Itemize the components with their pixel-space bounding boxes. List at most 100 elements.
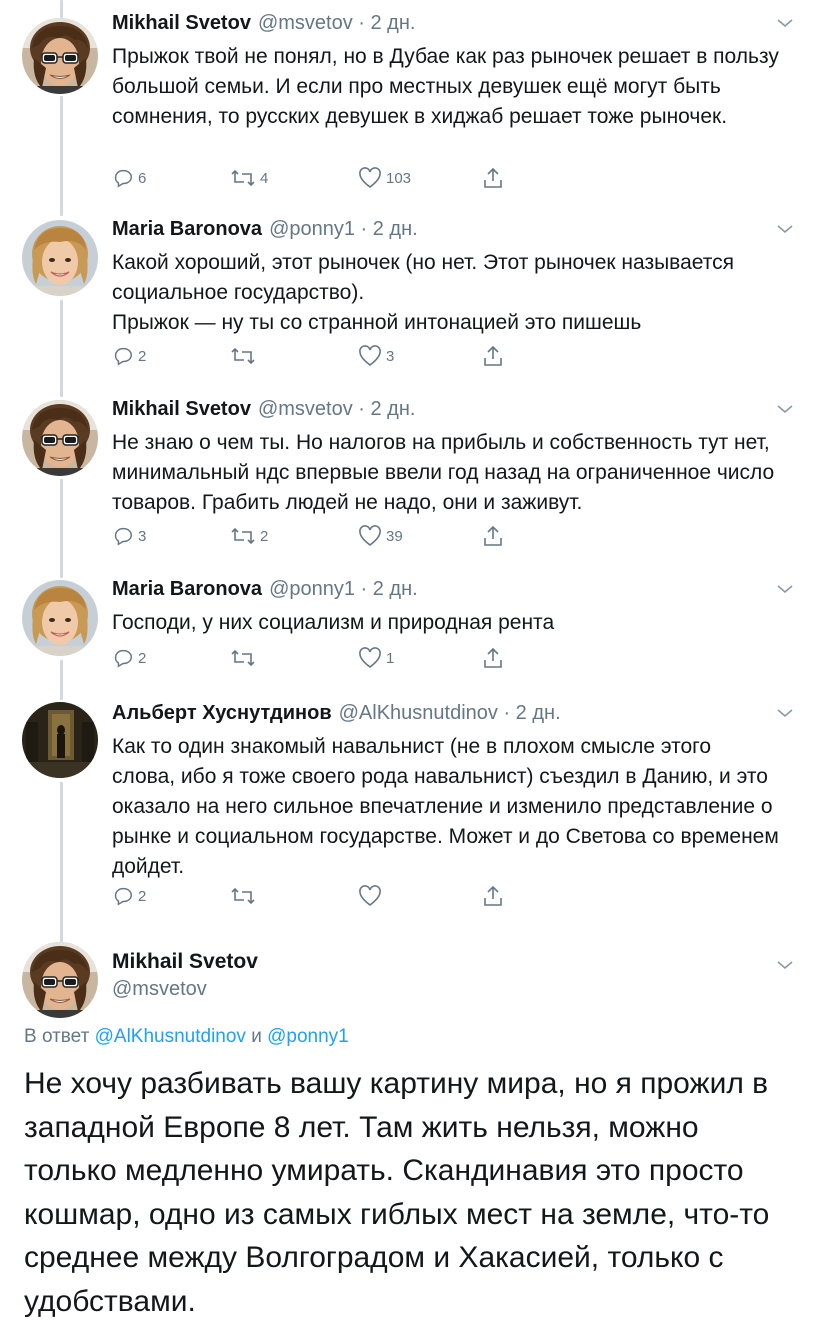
like-button[interactable]: 39 xyxy=(358,522,403,550)
like-count: 3 xyxy=(386,347,395,365)
tweet-text: Прыжок твой не понял, но в Дубае как раз… xyxy=(112,45,779,128)
reply-button[interactable]: 2 xyxy=(112,882,146,910)
tweet-text: Как то один знакомый навальнист (не в пл… xyxy=(112,735,779,878)
tweet-actions: 6 4 103 xyxy=(112,164,512,192)
like-button[interactable] xyxy=(358,882,386,910)
main-tweet[interactable]: Mikhail Svetov @msvetov xyxy=(0,942,819,1022)
reply-button[interactable]: 6 xyxy=(112,164,146,192)
avatar[interactable] xyxy=(22,702,98,778)
like-icon xyxy=(359,345,381,367)
tweet[interactable]: Mikhail Svetov @msvetov · 2 дн. Не знаю … xyxy=(0,394,819,564)
author-handle[interactable]: @msvetov · 2 дн. xyxy=(258,398,416,421)
retweet-button[interactable] xyxy=(230,342,260,370)
share-button[interactable] xyxy=(482,644,504,672)
share-button[interactable] xyxy=(482,522,504,550)
retweet-count: 4 xyxy=(260,169,269,187)
tweet-actions: 3 2 39 xyxy=(112,522,512,550)
tweet-header: Альберт Хуснутдинов @AlKhusnutdinov · 2 … xyxy=(112,698,561,728)
author-handle[interactable]: @msvetov · 2 дн. xyxy=(258,12,416,35)
main-tweet-author: Mikhail Svetov @msvetov xyxy=(112,950,258,1001)
share-icon xyxy=(484,345,502,366)
retweet-button[interactable]: 4 xyxy=(230,164,268,192)
retweet-icon xyxy=(231,169,255,187)
tweet-actions: 2 xyxy=(112,882,512,910)
like-icon xyxy=(359,647,381,669)
reply-icon xyxy=(114,887,132,906)
reply-user-link[interactable]: @ponny1 xyxy=(267,1026,349,1047)
share-icon xyxy=(484,647,502,668)
chevron-down-icon[interactable] xyxy=(775,958,795,972)
reply-count: 2 xyxy=(138,649,147,667)
reply-count: 3 xyxy=(138,527,147,545)
retweet-icon xyxy=(231,887,255,905)
reply-icon xyxy=(114,169,132,188)
like-button[interactable]: 3 xyxy=(358,342,394,370)
chevron-down-icon[interactable] xyxy=(775,402,795,416)
author-name[interactable]: Mikhail Svetov xyxy=(112,950,258,974)
author-name[interactable]: Maria Baronova xyxy=(112,218,262,241)
author-handle[interactable]: @AlKhusnutdinov · 2 дн. xyxy=(339,702,561,725)
retweet-button[interactable] xyxy=(230,644,260,672)
reply-count: 6 xyxy=(138,169,147,187)
author-name[interactable]: Maria Baronova xyxy=(112,578,262,601)
like-count: 103 xyxy=(386,169,412,187)
retweet-button[interactable] xyxy=(230,882,260,910)
share-button[interactable] xyxy=(482,164,504,192)
tweet-text: Не знаю о чем ты. Но налогов на прибыль … xyxy=(112,431,775,514)
tweet-text: Какой хороший, этот рыночек (но нет. Это… xyxy=(112,251,735,334)
retweet-count: 2 xyxy=(260,527,269,545)
retweet-button[interactable]: 2 xyxy=(230,522,268,550)
reply-button[interactable]: 2 xyxy=(112,644,146,672)
reply-user-link[interactable]: @AlKhusnutdinov xyxy=(95,1026,246,1047)
reply-icon xyxy=(114,649,132,668)
share-button[interactable] xyxy=(482,882,504,910)
reply-button[interactable]: 2 xyxy=(112,342,146,370)
tweet-actions: 2 3 xyxy=(112,342,512,370)
reply-and: и xyxy=(251,1026,262,1047)
avatar[interactable] xyxy=(22,220,98,296)
tweet-header: Mikhail Svetov @msvetov · 2 дн. xyxy=(112,8,415,38)
avatar[interactable] xyxy=(22,18,98,94)
tweet[interactable]: Maria Baronova @ponny1 · 2 дн. Какой хор… xyxy=(0,214,819,384)
avatar[interactable] xyxy=(22,400,98,476)
chevron-down-icon[interactable] xyxy=(775,16,795,30)
like-button[interactable]: 1 xyxy=(358,644,394,672)
reply-prefix: В ответ xyxy=(24,1026,90,1047)
reply-count: 2 xyxy=(138,887,147,905)
like-icon xyxy=(359,167,381,189)
retweet-icon xyxy=(231,649,255,667)
share-icon xyxy=(484,167,502,188)
reply-context: В ответ @AlKhusnutdinov и @ponny1 xyxy=(24,1026,349,1048)
chevron-down-icon[interactable] xyxy=(775,222,795,236)
author-name[interactable]: Mikhail Svetov xyxy=(112,12,251,35)
like-count: 1 xyxy=(386,649,395,667)
reply-icon xyxy=(114,347,132,366)
author-name[interactable]: Альберт Хуснутдинов xyxy=(112,702,332,725)
like-icon xyxy=(359,885,381,907)
tweet-header: Maria Baronova @ponny1 · 2 дн. xyxy=(112,574,418,604)
author-handle[interactable]: @ponny1 · 2 дн. xyxy=(269,578,418,601)
reply-button[interactable]: 3 xyxy=(112,522,146,550)
main-tweet-text: Не хочу разбивать вашу картину мира, но … xyxy=(24,1067,770,1318)
share-button[interactable] xyxy=(482,342,504,370)
author-handle[interactable]: @ponny1 · 2 дн. xyxy=(269,218,418,241)
tweet-header: Maria Baronova @ponny1 · 2 дн. xyxy=(112,214,418,244)
avatar[interactable] xyxy=(22,942,98,1018)
chevron-down-icon[interactable] xyxy=(775,582,795,596)
reply-icon xyxy=(114,527,132,546)
like-icon xyxy=(359,525,381,547)
chevron-down-icon[interactable] xyxy=(775,706,795,720)
tweet-actions: 2 1 xyxy=(112,644,512,672)
tweet[interactable]: Maria Baronova @ponny1 · 2 дн. Господи, … xyxy=(0,574,819,684)
reply-count: 2 xyxy=(138,347,147,365)
retweet-icon xyxy=(231,527,255,545)
author-handle[interactable]: @msvetov xyxy=(112,978,258,1001)
tweet[interactable]: Альберт Хуснутдинов @AlKhusnutdinov · 2 … xyxy=(0,698,819,928)
tweet-text: Господи, у них социализм и природная рен… xyxy=(112,611,555,634)
tweet[interactable]: Mikhail Svetov @msvetov · 2 дн. Прыжок т… xyxy=(0,8,819,198)
retweet-icon xyxy=(231,347,255,365)
author-name[interactable]: Mikhail Svetov xyxy=(112,398,251,421)
avatar[interactable] xyxy=(22,580,98,656)
share-icon xyxy=(484,525,502,546)
like-button[interactable]: 103 xyxy=(358,164,411,192)
